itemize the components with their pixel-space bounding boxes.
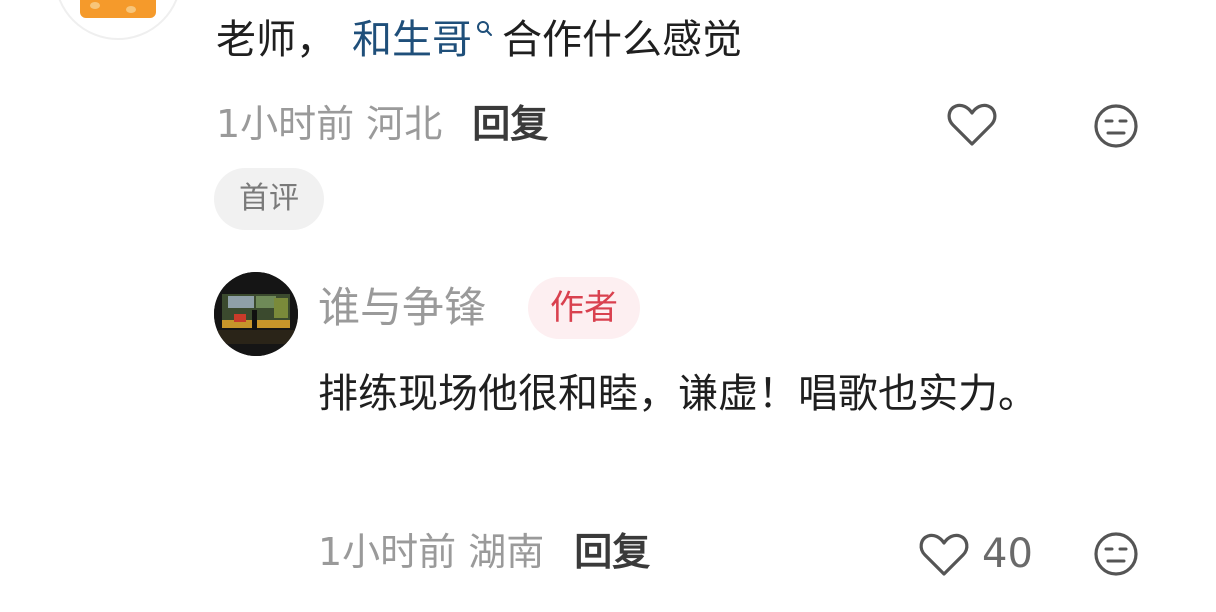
- comment-text-before: 老师，: [216, 17, 336, 63]
- reply-button[interactable]: 回复: [472, 102, 548, 146]
- first-comment-badge: 首评: [214, 168, 324, 230]
- comment-meta: 1小时前 河北 回复: [216, 102, 548, 146]
- author-badge: 作者: [528, 277, 640, 339]
- neutral-face-icon[interactable]: [1092, 530, 1140, 582]
- mention-name: 和生哥: [352, 17, 472, 63]
- heart-outline-icon[interactable]: [946, 100, 998, 154]
- location: 湖南: [468, 530, 545, 574]
- timestamp: 1小时前: [216, 102, 355, 146]
- timestamp: 1小时前: [318, 530, 457, 574]
- cheese-icon: [80, 0, 156, 18]
- reply-text: 排练现场他很和睦，谦虚！唱歌也实力。: [318, 371, 1038, 417]
- heart-outline-icon[interactable]: [918, 530, 970, 584]
- avatar[interactable]: [214, 272, 298, 356]
- comment-text: 老师， 和生哥 合作什么感觉: [216, 12, 742, 68]
- comment-text-after: 合作什么感觉: [502, 17, 742, 63]
- location: 河北: [366, 102, 443, 146]
- reply-meta: 1小时前 湖南 回复: [318, 530, 650, 574]
- stage-photo-icon: [214, 272, 298, 356]
- search-icon: [472, 12, 498, 52]
- username[interactable]: 谁与争锋: [318, 280, 486, 336]
- avatar[interactable]: [54, 0, 182, 40]
- mention-link[interactable]: 和生哥: [352, 17, 502, 63]
- comment-thread: 老师， 和生哥 合作什么感觉 1小时前 河北 回复 首评 谁与争锋 作者 排练现场他很和…: [0, 0, 1216, 612]
- like-count: 40: [982, 531, 1033, 577]
- neutral-face-icon[interactable]: [1092, 102, 1140, 154]
- reply-button[interactable]: 回复: [574, 530, 650, 574]
